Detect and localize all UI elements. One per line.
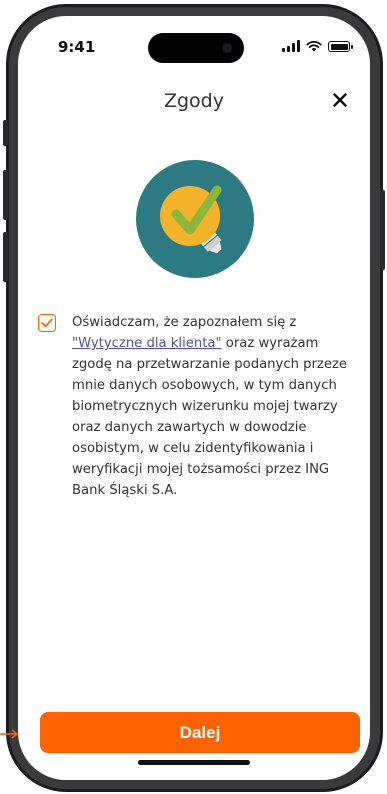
mute-switch bbox=[3, 120, 8, 146]
app-screen: 9:41 Zgody Oświadczam, że zapoznałem się… bbox=[18, 16, 370, 780]
front-camera bbox=[222, 43, 232, 53]
checkmark-icon bbox=[41, 318, 53, 328]
volume-down-button bbox=[3, 232, 8, 282]
client-guidelines-link[interactable]: "Wytyczne dla klienta" bbox=[72, 336, 222, 351]
status-icons bbox=[282, 40, 353, 52]
lightbulb-check-icon bbox=[136, 160, 254, 278]
volume-up-button bbox=[3, 170, 8, 220]
home-indicator bbox=[138, 760, 250, 765]
consent-checkbox[interactable] bbox=[38, 314, 56, 332]
battery-icon bbox=[328, 41, 353, 52]
wifi-icon bbox=[306, 40, 322, 52]
cellular-signal-icon bbox=[282, 40, 300, 52]
consent-text: Oświadczam, że zapoznałem się z "Wytyczn… bbox=[72, 312, 362, 501]
next-button[interactable]: Dalej bbox=[40, 712, 360, 753]
page-title: Zgody bbox=[163, 90, 224, 112]
power-button bbox=[380, 190, 385, 270]
pointer-arrow-icon bbox=[0, 729, 19, 739]
consent-text-body: oraz wyrażam zgodę na przetwarzanie poda… bbox=[72, 336, 348, 498]
close-icon bbox=[333, 93, 347, 107]
close-button[interactable] bbox=[328, 88, 352, 112]
status-time: 9:41 bbox=[58, 38, 96, 56]
dynamic-island bbox=[148, 33, 244, 63]
consent-text-intro: Oświadczam, że zapoznałem się z bbox=[72, 315, 297, 330]
